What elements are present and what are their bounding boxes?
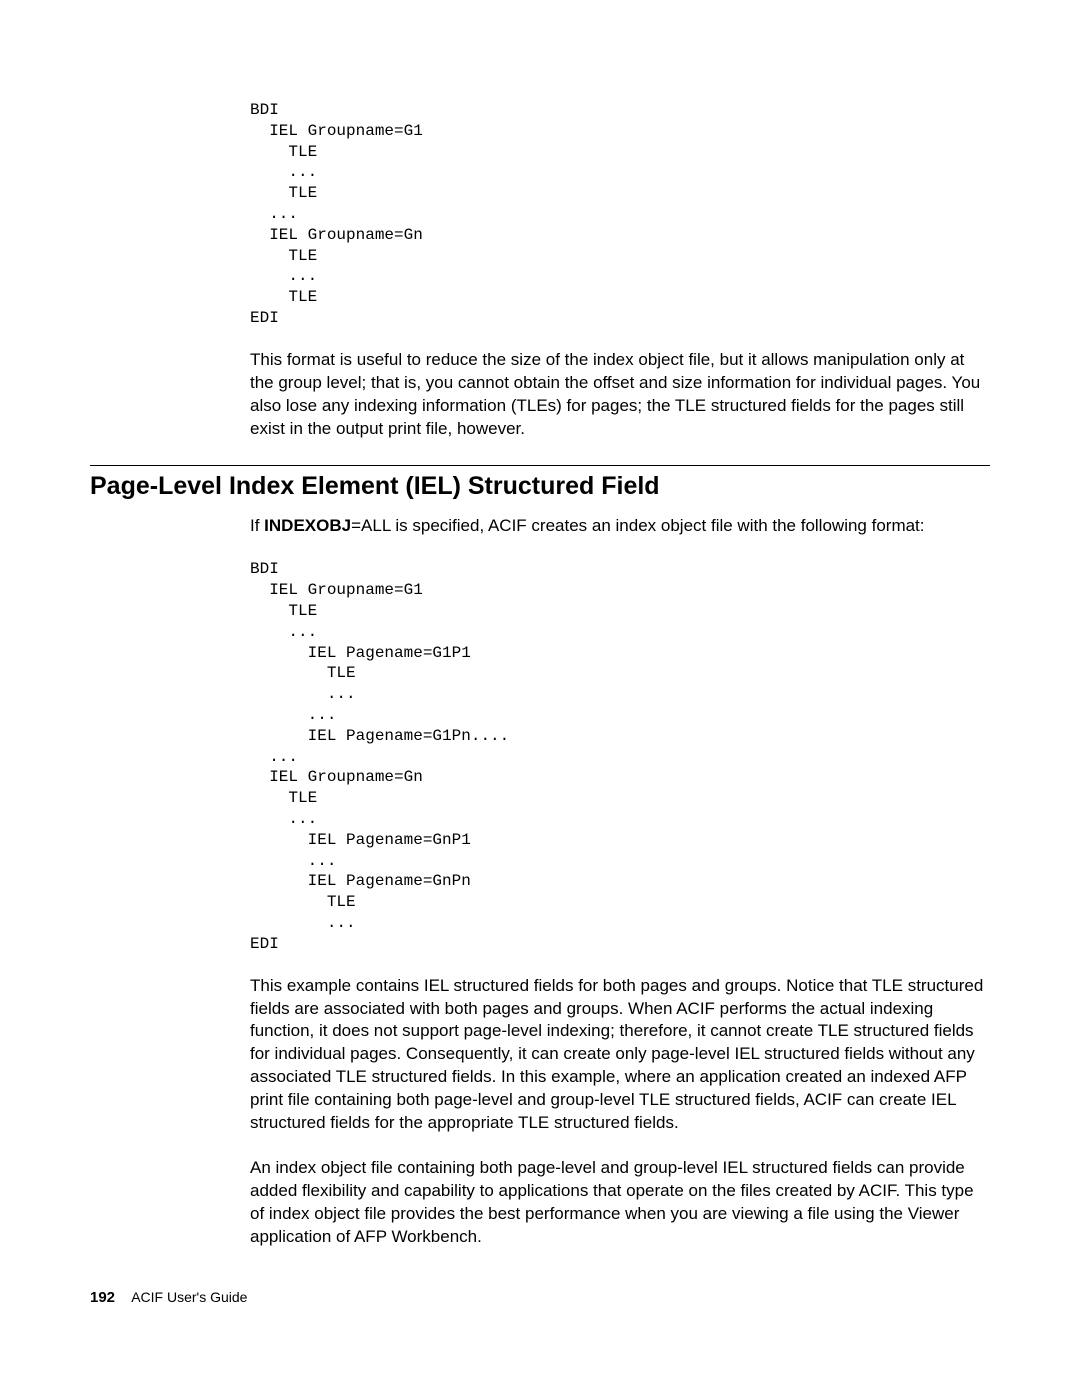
paragraph-1: This format is useful to reduce the size…	[250, 349, 990, 441]
footer-text: ACIF User's Guide	[131, 1289, 247, 1305]
paragraph-2: This example contains IEL structured fie…	[250, 975, 990, 1136]
intro-suffix: =ALL is specified, ACIF creates an index…	[351, 516, 924, 535]
code-block-2: BDI IEL Groupname=G1 TLE ... IEL Pagenam…	[250, 559, 990, 954]
content-block-top: BDI IEL Groupname=G1 TLE ... TLE ... IEL…	[250, 100, 990, 441]
intro-paragraph: If INDEXOBJ=ALL is specified, ACIF creat…	[250, 515, 990, 538]
page-footer: 192 ACIF User's Guide	[90, 1289, 990, 1306]
intro-prefix: If	[250, 516, 264, 535]
section-heading: Page-Level Index Element (IEL) Structure…	[90, 472, 990, 501]
intro-bold: INDEXOBJ	[264, 516, 351, 535]
code-block-1: BDI IEL Groupname=G1 TLE ... TLE ... IEL…	[250, 100, 990, 329]
paragraph-3: An index object file containing both pag…	[250, 1157, 990, 1249]
page-number: 192	[90, 1289, 115, 1306]
document-page: BDI IEL Groupname=G1 TLE ... TLE ... IEL…	[0, 0, 1080, 1346]
section-rule	[90, 465, 990, 466]
content-block-bottom: If INDEXOBJ=ALL is specified, ACIF creat…	[250, 515, 990, 1249]
